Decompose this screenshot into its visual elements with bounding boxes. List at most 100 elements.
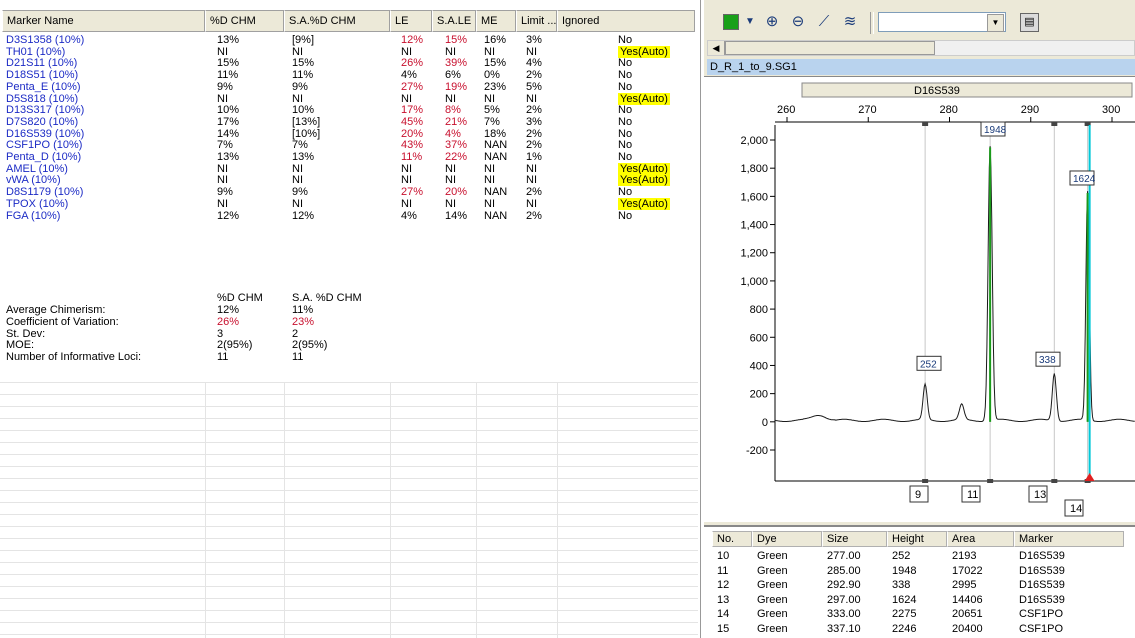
grid-column-line <box>476 382 477 638</box>
scroll-thumb[interactable] <box>725 41 935 55</box>
y-tick-label: 1,800 <box>740 163 768 175</box>
sa-dchm-value: 12% <box>292 209 315 222</box>
ignored-value: No <box>618 186 633 199</box>
bin-bottom-marker <box>922 479 929 483</box>
column-header-2[interactable]: S.A.%D CHM <box>284 10 390 32</box>
summary-label: St. Dev: <box>6 327 46 340</box>
table-row[interactable]: D7S820 (10%) 17% [13%] 45% 21% 7% 3% No <box>0 116 700 128</box>
me-value: 0% <box>484 69 500 82</box>
peaks-table-row[interactable]: 15 Green 337.10 2246 20400 CSF1PO <box>704 623 1135 637</box>
le-value: 4% <box>401 209 417 222</box>
table-row[interactable]: D18S51 (10%) 11% 11% 4% 6% 0% 2% No <box>0 69 700 81</box>
grid-line <box>0 622 698 623</box>
sa-dchm-value: 10% <box>292 104 315 117</box>
column-header-7[interactable]: Ignored <box>557 10 695 32</box>
peaks-column-header-1[interactable]: Dye <box>752 531 822 547</box>
dchm-value: 12% <box>217 209 240 222</box>
sa-dchm-value: NI <box>292 162 303 175</box>
combo-dropdown-arrow-icon[interactable]: ▼ <box>987 14 1004 32</box>
grid-line <box>0 478 698 479</box>
sa-le-value: 22% <box>445 151 468 163</box>
edit-graph-icon[interactable]: ⟋ <box>814 12 834 32</box>
limit-value: NI <box>526 92 537 105</box>
x-tick-label: 280 <box>940 104 958 116</box>
le-value: NI <box>401 45 412 58</box>
selected-peak-marker <box>1084 473 1095 481</box>
y-tick-label: -200 <box>746 445 768 457</box>
dchm-value: 10% <box>217 104 240 117</box>
column-header-3[interactable]: LE <box>390 10 432 32</box>
peak-height-label: 338 <box>1039 355 1056 366</box>
electropherogram-plot[interactable]: D16S539 260 270 280 290 300 2,000 1,800 1,600 1,4… <box>704 76 1135 522</box>
le-value: 27% <box>401 186 424 199</box>
peaks-table-row[interactable]: 14 Green 333.00 2275 20651 CSF1PO <box>704 608 1135 622</box>
table-row[interactable]: D21S11 (10%) 15% 15% 26% 39% 15% 4% No <box>0 57 700 69</box>
peaks-table-row[interactable]: 12 Green 292.90 338 2995 D16S539 <box>704 579 1135 593</box>
column-header-1[interactable]: %D CHM <box>205 10 284 32</box>
horizontal-scrollbar[interactable]: ◀ <box>707 40 1135 56</box>
sa-le-value: NI <box>445 45 456 58</box>
display-combo[interactable]: ▼ <box>878 12 1006 32</box>
peaks-column-header-5[interactable]: Marker <box>1014 531 1124 547</box>
peaks-table-row[interactable]: 10 Green 277.00 252 2193 D16S539 <box>704 550 1135 564</box>
marker-name: D8S1179 (10%) <box>6 186 84 199</box>
sa-dchm-value: 7% <box>292 139 308 152</box>
table-row[interactable]: vWA (10%) NI NI NI NI NI NI Yes(Auto) <box>0 174 700 187</box>
summary-dchm: 12% <box>217 304 240 316</box>
x-tick-label: 300 <box>1102 104 1120 116</box>
column-header-6[interactable]: Limit ... <box>516 10 557 32</box>
column-header-0[interactable]: Marker Name <box>2 10 205 32</box>
me-value: 15% <box>484 57 507 70</box>
peaks-column-header-2[interactable]: Size <box>822 531 887 547</box>
x-tick-label: 270 <box>858 104 876 116</box>
table-row[interactable]: AMEL (10%) NI NI NI NI NI NI Yes(Auto) <box>0 162 700 175</box>
sa-dchm-value: NI <box>292 197 303 210</box>
peak-marker: CSF1PO <box>1019 608 1064 620</box>
marker-results-grid: Marker Name %D CHM S.A.%D CHM LE S.A.LE ME Lim… <box>0 0 701 638</box>
limit-value: NI <box>526 174 537 187</box>
summary-sa-dchm: 23% <box>292 315 315 328</box>
allele-label: 9 <box>915 489 921 501</box>
marker-name: FGA (10%) <box>6 209 61 222</box>
table-row[interactable]: TH01 (10%) NI NI NI NI NI NI Yes(Auto) <box>0 45 700 58</box>
me-value: 18% <box>484 127 507 140</box>
dye-color-button[interactable] <box>723 14 739 30</box>
print-icon[interactable]: ▤ <box>1020 13 1039 32</box>
dropdown-arrow-icon[interactable]: ▼ <box>740 12 760 32</box>
graph-settings-icon[interactable]: ≋ <box>840 12 860 32</box>
table-row[interactable]: D5S818 (10%) NI NI NI NI NI NI Yes(Auto) <box>0 92 700 105</box>
sample-name: D_R_1_to_9.SG1 <box>710 61 797 73</box>
marker-name: D13S317 (10%) <box>6 104 85 117</box>
peaks-table-row[interactable]: 13 Green 297.00 1624 14406 D16S539 <box>704 594 1135 608</box>
peaks-column-header-0[interactable]: No. <box>712 531 752 547</box>
table-row[interactable]: Penta_D (10%) 13% 13% 11% 22% NAN 1% No <box>0 151 700 163</box>
peak-height: 252 <box>892 550 911 562</box>
zoom-out-icon[interactable]: ⊖ <box>788 12 808 32</box>
le-value: 45% <box>401 115 424 128</box>
ignored-value: Yes(Auto) <box>618 197 670 210</box>
le-value: NI <box>401 92 412 105</box>
table-row[interactable]: CSF1PO (10%) 7% 7% 43% 37% NAN 2% No <box>0 139 700 151</box>
table-row[interactable]: D16S539 (10%) 14% [10%] 20% 4% 18% 2% No <box>0 128 700 140</box>
table-row[interactable]: D3S1358 (10%) 13% [9%] 12% 15% 16% 3% No <box>0 34 700 46</box>
peaks-table-row[interactable]: 11 Green 285.00 1948 17022 D16S539 <box>704 565 1135 579</box>
peak-marker: D16S539 <box>1019 550 1065 562</box>
summary-label: Average Chimerism: <box>6 304 106 316</box>
peak-dye: Green <box>757 622 788 635</box>
table-row[interactable]: D13S317 (10%) 10% 10% 17% 8% 5% 2% No <box>0 104 700 116</box>
sa-dchm-value: 9% <box>292 186 308 199</box>
column-header-5[interactable]: ME <box>476 10 516 32</box>
x-tick-label: 290 <box>1021 104 1039 116</box>
peaks-column-header-3[interactable]: Height <box>887 531 947 547</box>
table-row[interactable]: FGA (10%) 12% 12% 4% 14% NAN 2% No <box>0 210 700 222</box>
table-row[interactable]: Penta_E (10%) 9% 9% 27% 19% 23% 5% No <box>0 81 700 93</box>
table-row[interactable]: TPOX (10%) NI NI NI NI NI NI Yes(Auto) <box>0 197 700 210</box>
table-row[interactable]: D8S1179 (10%) 9% 9% 27% 20% NAN 2% No <box>0 186 700 198</box>
sa-dchm-value: NI <box>292 174 303 187</box>
limit-value: 3% <box>526 34 542 46</box>
zoom-in-icon[interactable]: ⊕ <box>762 12 782 32</box>
scroll-left-arrow-icon[interactable]: ◀ <box>708 41 725 55</box>
column-header-4[interactable]: S.A.LE <box>432 10 476 32</box>
peaks-column-header-4[interactable]: Area <box>947 531 1014 547</box>
limit-value: NI <box>526 45 537 58</box>
